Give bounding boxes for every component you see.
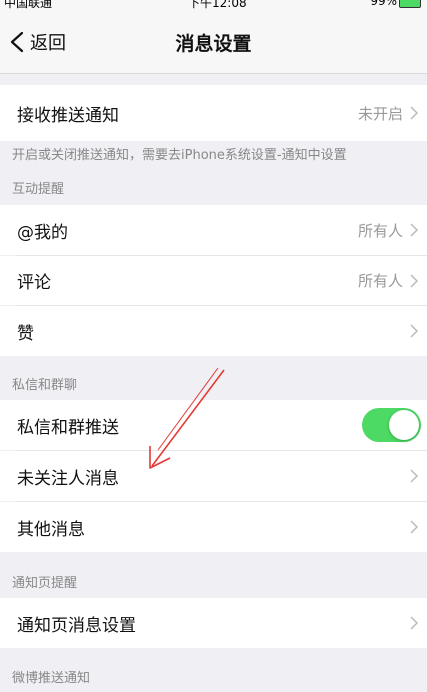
chevron-right-icon [410,273,419,288]
private-push-row: 私信和群推送 [0,400,427,450]
comments-row[interactable]: 评论 所有人 [0,256,427,305]
clock-text: 下午12:08 [188,0,247,10]
comments-label: 评论 [17,273,51,293]
push-notification-note: 开启或关闭推送通知，需要去iPhone系统设置-通知中设置 [12,148,347,163]
chevron-right-icon [410,223,419,237]
navigation-bar: 返回 消息设置 [0,10,427,74]
chevron-right-icon [410,616,419,630]
comments-value: 所有人 [357,272,403,290]
section-title-notify-page: 通知页提醒 [12,576,78,591]
chevron-right-icon [410,520,419,534]
toggle-knob [389,410,419,440]
push-notification-label: 接收推送通知 [17,105,119,126]
unfollowed-messages-label: 未关注人消息 [17,468,119,489]
mentions-value: 所有人 [357,221,403,240]
private-push-label: 私信和群推送 [17,417,119,438]
push-notification-row[interactable]: 接收推送通知 未开启 [0,85,427,141]
other-messages-label: 其他消息 [17,519,85,540]
likes-label: 赞 [17,323,34,344]
likes-row[interactable]: 赞 [0,306,427,356]
chevron-right-icon [410,106,419,120]
notify-page-settings-label: 通知页消息设置 [17,615,136,636]
mentions-label: @我的 [17,222,68,243]
page-title: 消息设置 [175,33,252,55]
other-messages-row[interactable]: 其他消息 [0,502,427,552]
unfollowed-messages-row[interactable]: 未关注人消息 [0,451,427,501]
private-push-toggle[interactable] [362,408,421,442]
mentions-row[interactable]: @我的 所有人 [0,205,427,255]
section-title-private: 私信和群聊 [12,378,78,393]
battery-text: 99% [370,0,397,8]
push-notification-value: 未开启 [357,104,403,123]
notify-page-settings-row[interactable]: 通知页消息设置 [0,598,427,648]
section-title-weibo-push: 微博推送通知 [12,671,91,686]
carrier-text: 中国联通 [4,0,53,10]
status-bar: 中国联通 下午12:08 99% [0,0,427,10]
battery-icon [399,0,421,8]
chevron-right-icon [410,324,419,338]
chevron-right-icon [410,469,419,483]
section-title-interaction: 互动提醒 [12,182,65,197]
